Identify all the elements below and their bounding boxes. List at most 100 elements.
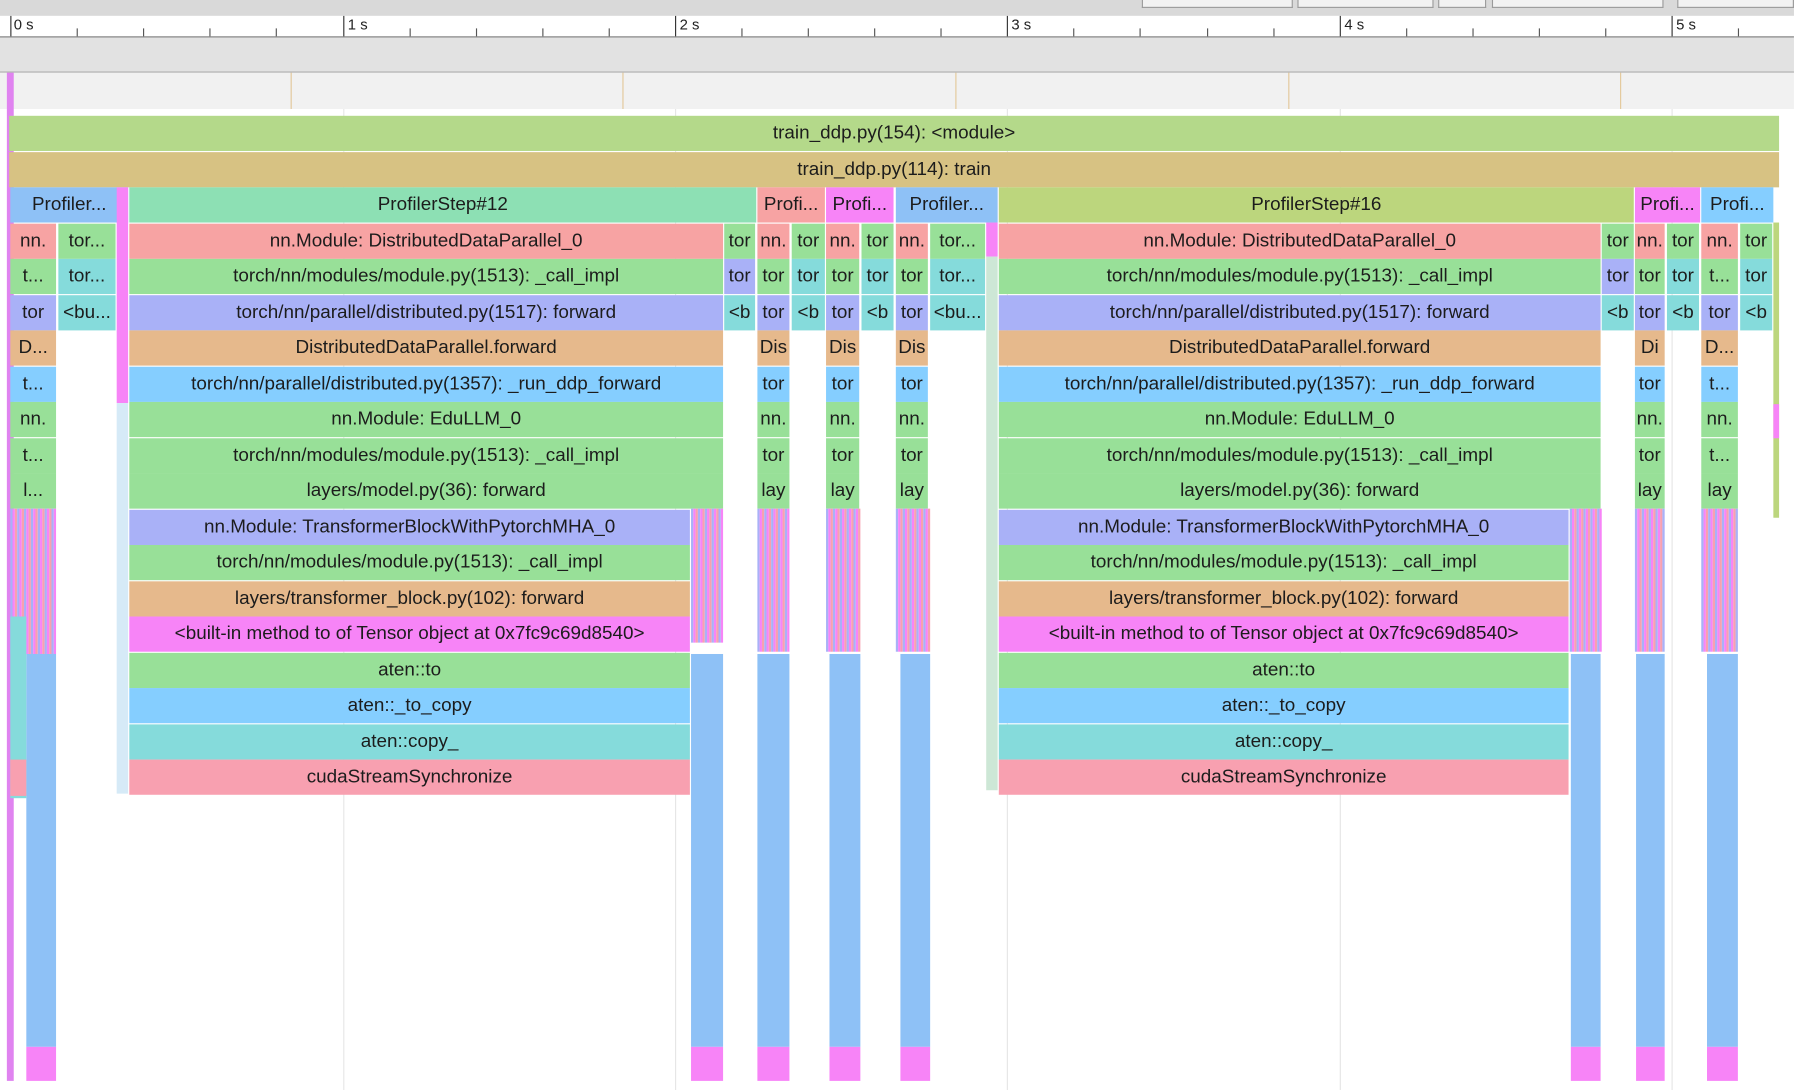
frame-ddp-module[interactable]: nn. — [1634, 223, 1665, 259]
frame-edullm[interactable]: nn. — [10, 401, 57, 438]
frame-model-forward[interactable]: lay — [1701, 473, 1738, 509]
flame-slice-stack[interactable] — [720, 508, 724, 643]
frame-call-impl[interactable]: t... — [10, 437, 57, 473]
frame-aten-to-copy[interactable]: aten::_to_copy — [998, 688, 1569, 724]
frame-ddp-forward[interactable]: D... — [10, 330, 57, 366]
flame-slice-stack[interactable] — [1735, 508, 1738, 652]
frame-profiler-step[interactable]: Profiler... — [10, 187, 129, 223]
frame-transformer-block[interactable]: nn.Module: TransformerBlockWithPytorchMH… — [129, 509, 690, 545]
frame-ddp-module[interactable]: nn.Module: DistributedDataParallel_0 — [129, 223, 724, 259]
frame-ddp-module[interactable]: nn. — [826, 223, 860, 259]
frame-dist-forward[interactable]: torch/nn/parallel/distributed.py(1517): … — [129, 294, 724, 330]
frame-ddp-forward[interactable]: DistributedDataParallel.forward — [998, 330, 1601, 366]
frame-aten-to[interactable]: aten::to — [129, 652, 690, 688]
overview-track[interactable] — [0, 72, 1794, 109]
sync-slice[interactable] — [829, 1046, 861, 1081]
frame-builtin[interactable]: tor... — [930, 258, 986, 295]
frame-ddp-forward[interactable]: Dis — [895, 330, 928, 366]
flame-slice-stack[interactable] — [787, 508, 790, 652]
frame-cuda-stream-synchronize[interactable]: cudaStreamSynchronize — [129, 759, 690, 795]
sync-slice[interactable] — [691, 1046, 724, 1081]
frame-dist-forward[interactable]: tor — [757, 294, 790, 330]
flame-slice[interactable] — [1773, 222, 1780, 518]
frame-call-impl[interactable]: tor... — [930, 223, 986, 259]
copy-column[interactable] — [1636, 653, 1665, 1047]
frame-call-impl[interactable]: tor — [861, 223, 894, 259]
frame-aten-to[interactable]: aten::to — [998, 652, 1569, 688]
frame-transformer-block-forward[interactable]: layers/transformer_block.py(102): forwar… — [998, 580, 1569, 616]
frame-ddp-module[interactable]: nn. — [757, 223, 790, 259]
frame-profiler-step-16[interactable]: ProfilerStep#16 — [998, 187, 1634, 223]
frame-profiler-step[interactable]: Profi... — [1634, 187, 1701, 223]
sync-slice[interactable] — [900, 1046, 931, 1081]
frame-builtin[interactable]: <b — [861, 294, 894, 330]
copy-column[interactable] — [1570, 653, 1601, 1047]
sync-slice[interactable] — [1570, 1046, 1601, 1081]
frame-dist-forward[interactable]: tor — [826, 294, 860, 330]
frame-dist-forward[interactable]: tor — [895, 294, 928, 330]
copy-column[interactable] — [26, 653, 57, 1047]
sync-slice[interactable] — [1636, 1046, 1665, 1081]
frame-call-impl[interactable]: torch/nn/modules/module.py(1513): _call_… — [998, 258, 1601, 295]
frame-builtin[interactable]: tor — [861, 258, 894, 295]
toolbar-control-5[interactable] — [1677, 0, 1794, 8]
frame-call-impl[interactable]: tor — [1601, 223, 1634, 259]
frame-cuda-stream-synchronize[interactable]: cudaStreamSynchronize — [998, 759, 1569, 795]
copy-column[interactable] — [691, 653, 724, 1047]
copy-column[interactable] — [900, 653, 931, 1047]
frame-train[interactable]: train_ddp.py(114): train — [9, 151, 1780, 187]
frame-run-ddp-forward[interactable]: torch/nn/parallel/distributed.py(1357): … — [129, 366, 724, 402]
frame-run-ddp-forward[interactable]: tor — [1634, 366, 1665, 402]
frame-ddp-forward[interactable]: Dis — [826, 330, 860, 366]
toolbar-control-1[interactable] — [1141, 0, 1293, 8]
frame-builtin[interactable]: tor — [791, 258, 825, 295]
frame-builtin[interactable]: <b — [1740, 294, 1773, 330]
frame-aten-copy[interactable]: aten::copy_ — [998, 723, 1569, 760]
frame-edullm[interactable]: nn. — [1701, 401, 1738, 438]
frame-profiler-step[interactable]: Profi... — [1701, 187, 1774, 223]
frame-call-impl[interactable]: t... — [1701, 437, 1738, 473]
frame-model-forward[interactable]: lay — [895, 473, 928, 509]
frame-run-ddp-forward[interactable]: t... — [10, 366, 57, 402]
frame-profiler-step[interactable]: Profi... — [757, 187, 825, 223]
frame-call-impl[interactable]: t... — [10, 258, 57, 295]
flame-slice[interactable] — [986, 256, 998, 791]
flame-slice-stack[interactable] — [858, 508, 861, 652]
frame-dist-forward[interactable]: tor — [1601, 258, 1634, 295]
frame-builtin[interactable]: tor... — [58, 258, 116, 295]
flame-slice[interactable] — [1773, 404, 1780, 439]
flame-chart[interactable]: train_ddp.py(154): <module> train_ddp.py… — [0, 72, 1794, 1090]
frame-dist-forward[interactable]: tor — [1634, 294, 1665, 330]
flame-slice-stack[interactable] — [1662, 508, 1665, 652]
flame-slice[interactable] — [116, 187, 129, 404]
track-header-band[interactable] — [0, 37, 1794, 73]
frame-ddp-forward[interactable]: DistributedDataParallel.forward — [129, 330, 724, 366]
frame-edullm[interactable]: nn. — [895, 401, 928, 438]
copy-column[interactable] — [829, 653, 861, 1047]
frame-ddp-forward[interactable]: Dis — [757, 330, 790, 366]
flame-slice-stack[interactable] — [53, 508, 57, 654]
frame-builtin[interactable]: <b — [724, 294, 756, 330]
copy-column[interactable] — [757, 653, 790, 1047]
time-ruler[interactable]: 0 s 1 s 2 s 3 s 4 s 5 s — [0, 15, 1794, 38]
frame-aten-copy[interactable]: aten::copy_ — [129, 723, 690, 760]
frame-ddp-module[interactable]: nn. — [895, 223, 928, 259]
frame-dist-forward[interactable]: torch/nn/parallel/distributed.py(1517): … — [998, 294, 1601, 330]
frame-builtin[interactable]: <b — [1601, 294, 1634, 330]
frame-ddp-module[interactable]: nn. — [10, 223, 57, 259]
frame-edullm[interactable]: nn. — [826, 401, 860, 438]
frame-module[interactable]: train_ddp.py(154): <module> — [9, 115, 1780, 152]
copy-column[interactable] — [1706, 653, 1738, 1047]
frame-run-ddp-forward[interactable]: tor — [757, 366, 790, 402]
frame-call-impl[interactable]: torch/nn/modules/module.py(1513): _call_… — [129, 544, 690, 581]
frame-run-ddp-forward[interactable]: t... — [1701, 366, 1738, 402]
frame-call-impl[interactable]: tor — [895, 437, 928, 473]
sync-slice[interactable] — [26, 1046, 57, 1081]
frame-dist-forward[interactable]: tor — [10, 294, 57, 330]
frame-call-impl[interactable]: torch/nn/modules/module.py(1513): _call_… — [129, 258, 724, 295]
frame-run-ddp-forward[interactable]: tor — [895, 366, 928, 402]
sync-slice[interactable] — [1706, 1046, 1738, 1081]
frame-ddp-module[interactable]: nn.Module: DistributedDataParallel_0 — [998, 223, 1601, 259]
frame-ddp-module[interactable]: nn. — [1701, 223, 1738, 259]
frame-run-ddp-forward[interactable]: torch/nn/parallel/distributed.py(1357): … — [998, 366, 1601, 402]
